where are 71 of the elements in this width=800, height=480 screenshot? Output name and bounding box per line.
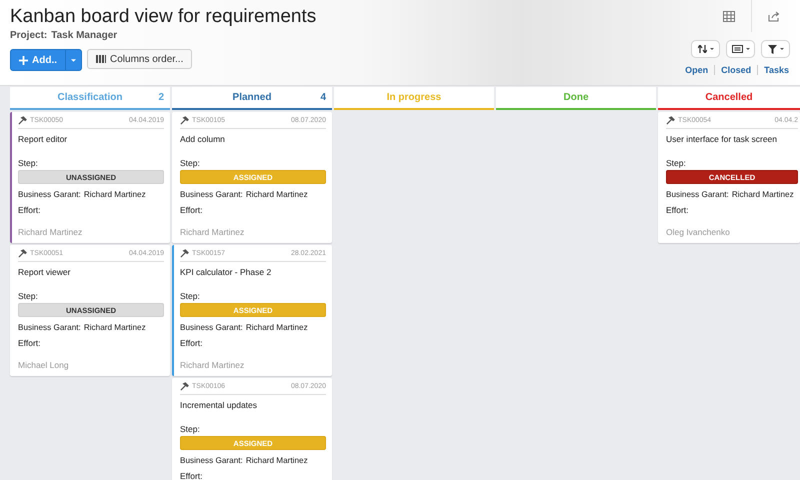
columns-order-button[interactable]: Columns order... [87, 49, 192, 69]
column-title: Classification [57, 92, 123, 103]
author-name: Michael Long [18, 360, 70, 370]
column-title: Done [564, 92, 588, 103]
author-name: Richard Martinez [180, 360, 246, 370]
effort-label: Effort: [180, 338, 204, 348]
column-title: Planned [232, 92, 272, 103]
author-name: Oleg Ivanchenko [666, 227, 731, 237]
step-label: Step: [18, 158, 39, 168]
sort-button[interactable] [691, 40, 720, 58]
task-title: User interface for task screen [666, 134, 778, 146]
garant-name: Richard Martinez [84, 323, 146, 332]
author-name: Richard Martinez [180, 227, 246, 237]
page-title: Kanban board view for requirements [10, 6, 316, 28]
view-button[interactable] [726, 40, 755, 58]
task-title: Report viewer [18, 267, 72, 279]
garant-label: Business Garant: [180, 190, 243, 199]
task-title: Incremental updates [180, 400, 258, 412]
step-label: Step: [180, 291, 201, 301]
garant-name: Richard Martinez [84, 190, 146, 199]
garant-label: Business Garant: [18, 323, 81, 332]
effort-label: Effort: [180, 471, 204, 480]
hammer-icon [180, 116, 189, 125]
step-label: Step: [180, 158, 201, 168]
garant-name: Richard Martinez [732, 190, 794, 199]
filter-link[interactable]: Closed [714, 65, 758, 75]
garant-label: Business Garant: [18, 190, 81, 199]
effort-label: Effort: [666, 205, 690, 215]
add-button[interactable]: Add.. [11, 50, 65, 70]
hammer-icon [18, 249, 27, 258]
column-title: Cancelled [705, 92, 753, 103]
share-icon[interactable] [768, 10, 780, 22]
task-title: KPI calculator - Phase 2 [180, 267, 272, 279]
garant-label: Business Garant: [666, 190, 729, 199]
sort-icon [698, 45, 706, 53]
filter-button[interactable] [761, 40, 790, 58]
effort-label: Effort: [18, 205, 42, 215]
caret-icon [780, 48, 784, 50]
column-title: In progress [386, 92, 442, 103]
table-icon[interactable] [723, 10, 735, 22]
hammer-icon [180, 382, 189, 391]
author-name: Richard Martinez [18, 227, 84, 237]
caret-icon [746, 48, 750, 50]
card-view-icon [732, 45, 742, 53]
add-split-button[interactable]: Add.. [10, 49, 82, 71]
caret-icon [71, 58, 76, 62]
hammer-icon [666, 116, 675, 125]
effort-label: Effort: [180, 205, 204, 215]
step-label: Step: [18, 291, 39, 301]
garant-name: Richard Martinez [246, 323, 308, 332]
step-label: Step: [666, 158, 687, 168]
filter-icon [768, 44, 776, 54]
column-count: 4 [320, 92, 326, 103]
columns-icon [96, 55, 106, 63]
caret-icon [710, 48, 714, 50]
project-label: Project: [10, 30, 48, 41]
plus-icon [19, 56, 28, 64]
garant-label: Business Garant: [180, 456, 243, 465]
task-title: Add column [180, 134, 226, 146]
hammer-icon [180, 249, 189, 258]
garant-label: Business Garant: [180, 323, 243, 332]
project-name: Task Manager [51, 30, 118, 41]
effort-label: Effort: [18, 338, 42, 348]
garant-name: Richard Martinez [246, 456, 308, 465]
step-label: Step: [180, 424, 201, 434]
filter-link[interactable]: Open [679, 65, 714, 75]
filter-link[interactable]: Tasks [757, 65, 790, 75]
garant-name: Richard Martinez [246, 190, 308, 199]
task-title: Report editor [18, 134, 68, 146]
hammer-icon [18, 116, 27, 125]
column-count: 2 [158, 92, 164, 103]
